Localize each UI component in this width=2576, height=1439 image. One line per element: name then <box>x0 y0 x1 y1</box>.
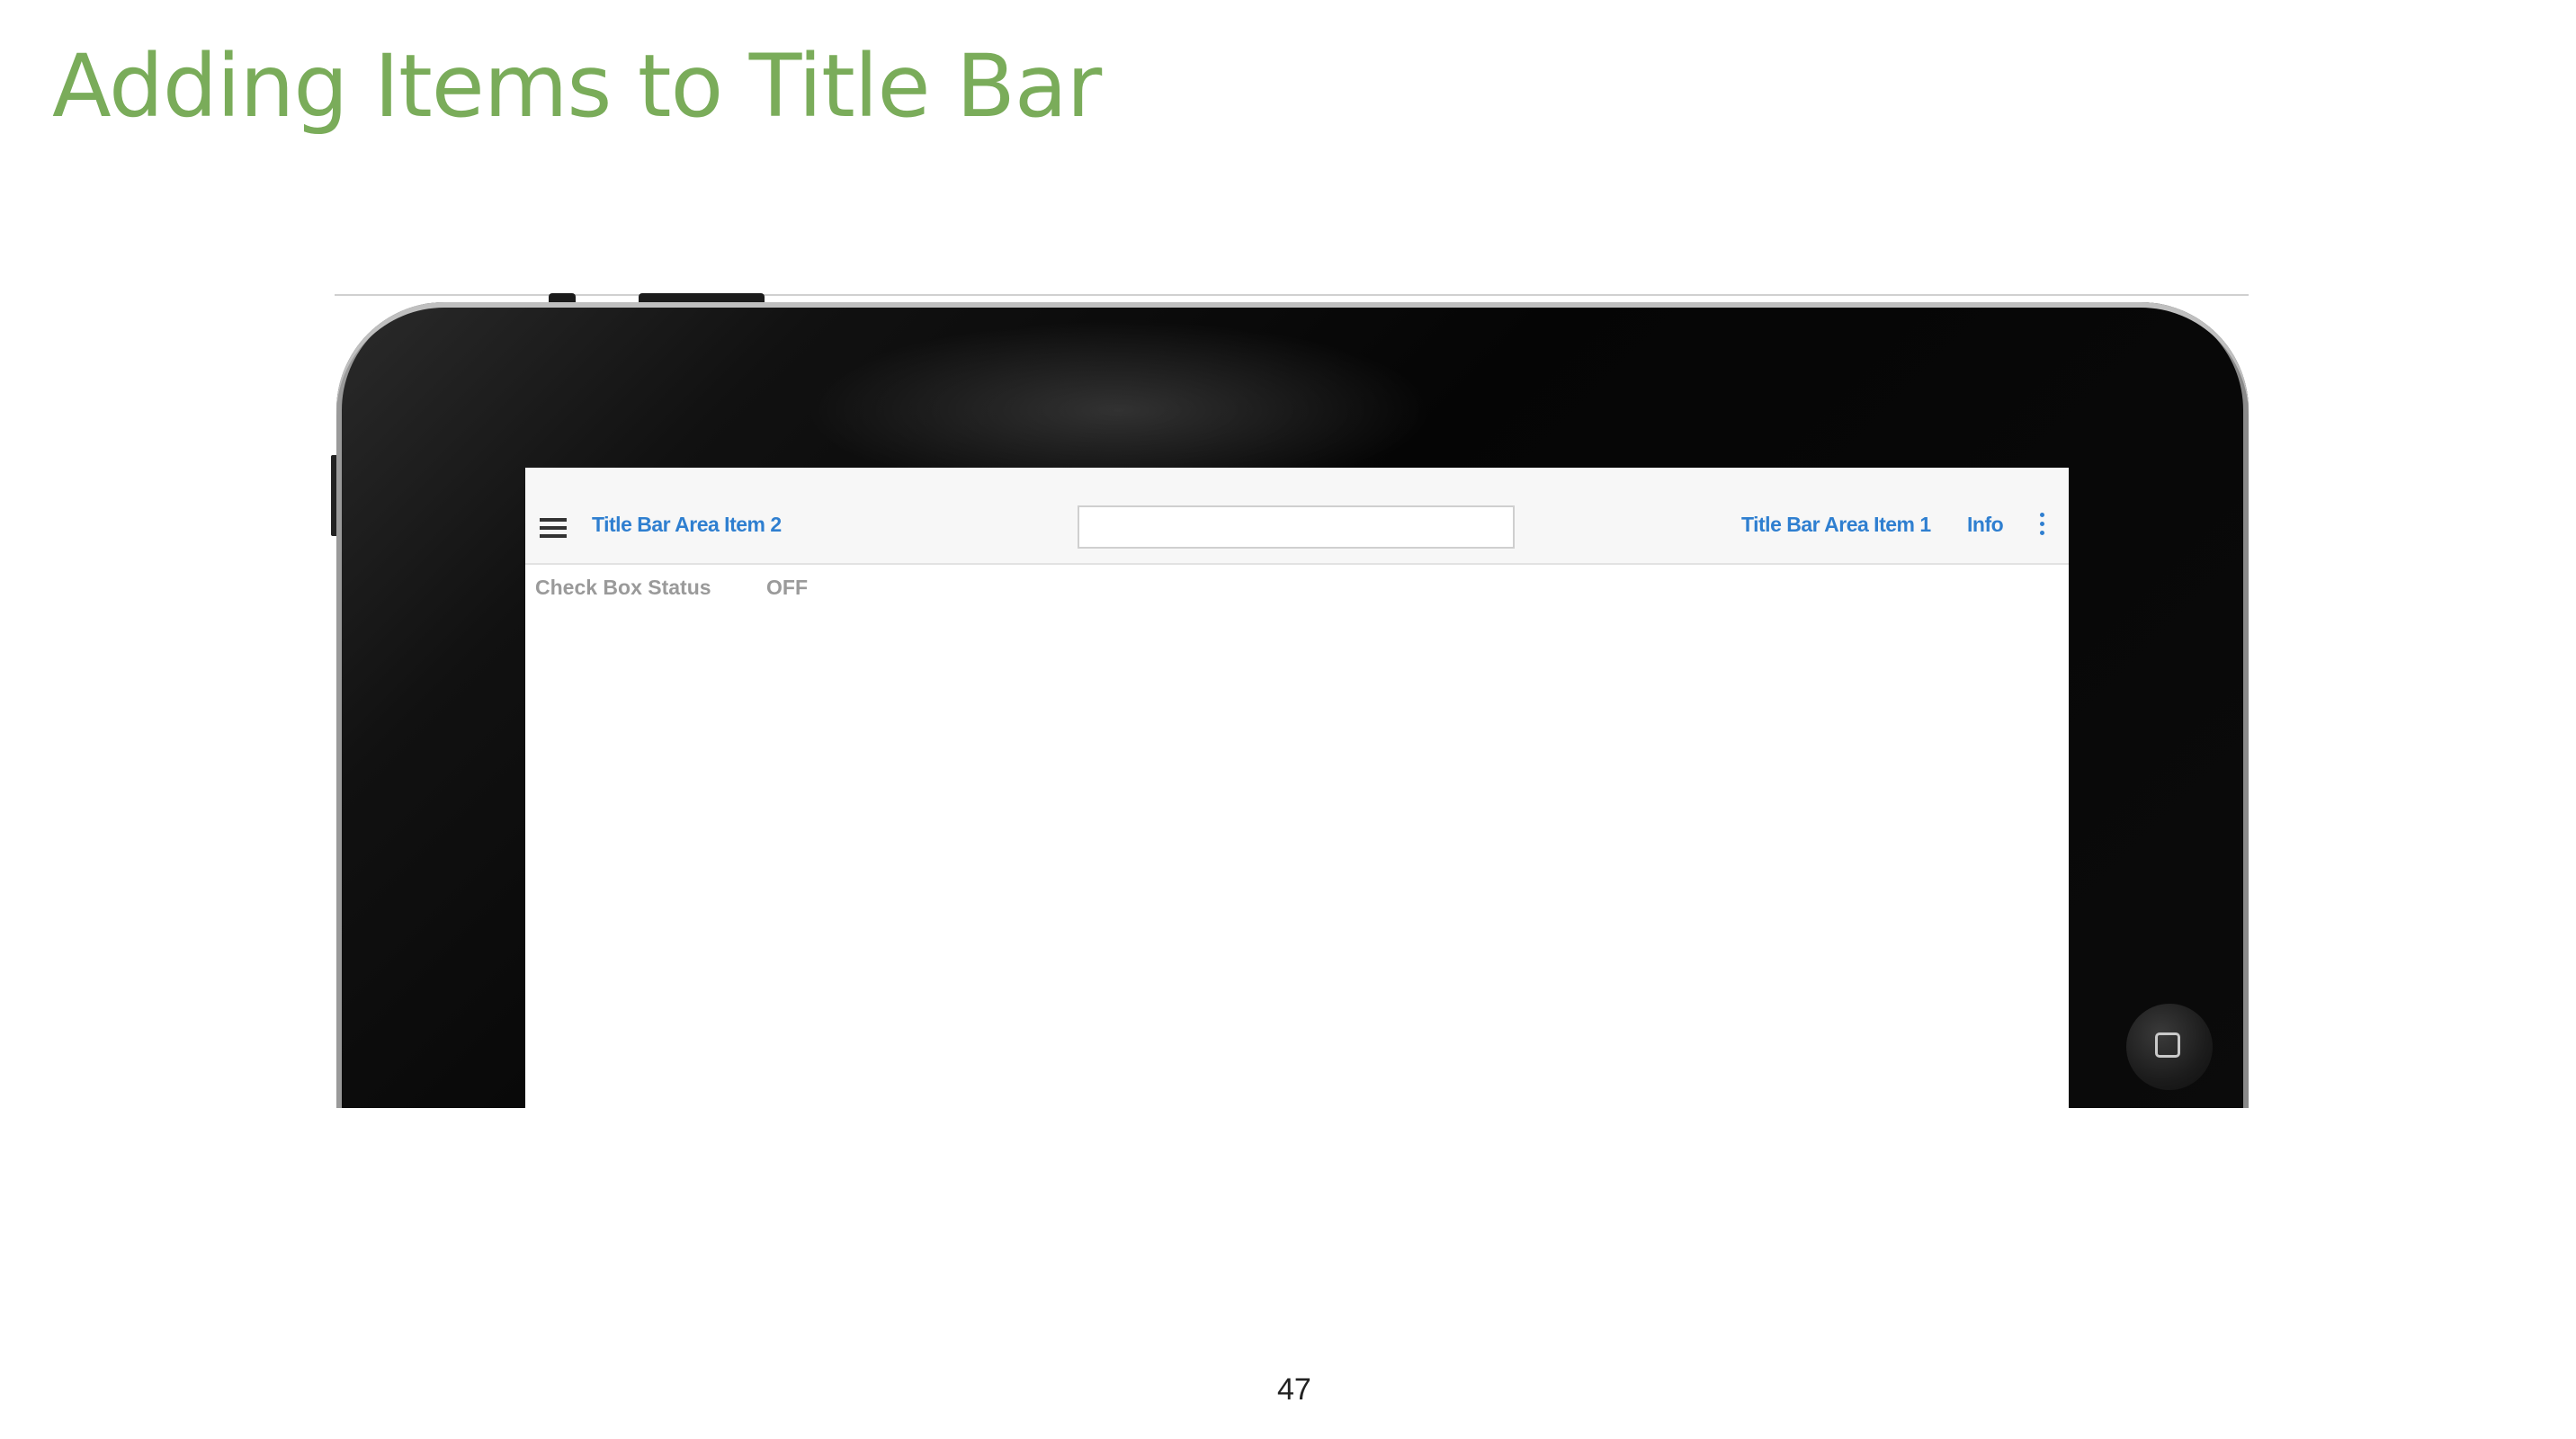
page-number: 47 <box>1277 1372 1311 1407</box>
info-link[interactable]: Info <box>1967 513 2004 537</box>
home-button[interactable] <box>2126 1004 2213 1090</box>
tablet-top-button <box>549 293 576 302</box>
home-square-icon <box>2155 1032 2180 1058</box>
divider-line <box>335 294 2249 296</box>
app-screen: Title Bar Area Item 2 Title Bar Area Ite… <box>525 468 2069 1108</box>
title-bar-area-item-1[interactable]: Title Bar Area Item 1 <box>1741 513 1931 537</box>
search-input[interactable] <box>1078 505 1515 549</box>
tablet-volume-button <box>639 293 765 302</box>
hamburger-icon[interactable] <box>540 518 567 538</box>
slide: Adding Items to Title Bar Title Bar Area… <box>0 0 2576 1439</box>
slide-title: Adding Items to Title Bar <box>52 36 1102 137</box>
checkbox-status-value: OFF <box>766 576 808 599</box>
kebab-icon[interactable] <box>2038 513 2047 538</box>
title-bar: Title Bar Area Item 2 Title Bar Area Ite… <box>525 468 2069 565</box>
checkbox-status-label: Check Box Status <box>535 576 711 599</box>
title-bar-area-item-2[interactable]: Title Bar Area Item 2 <box>592 513 782 537</box>
